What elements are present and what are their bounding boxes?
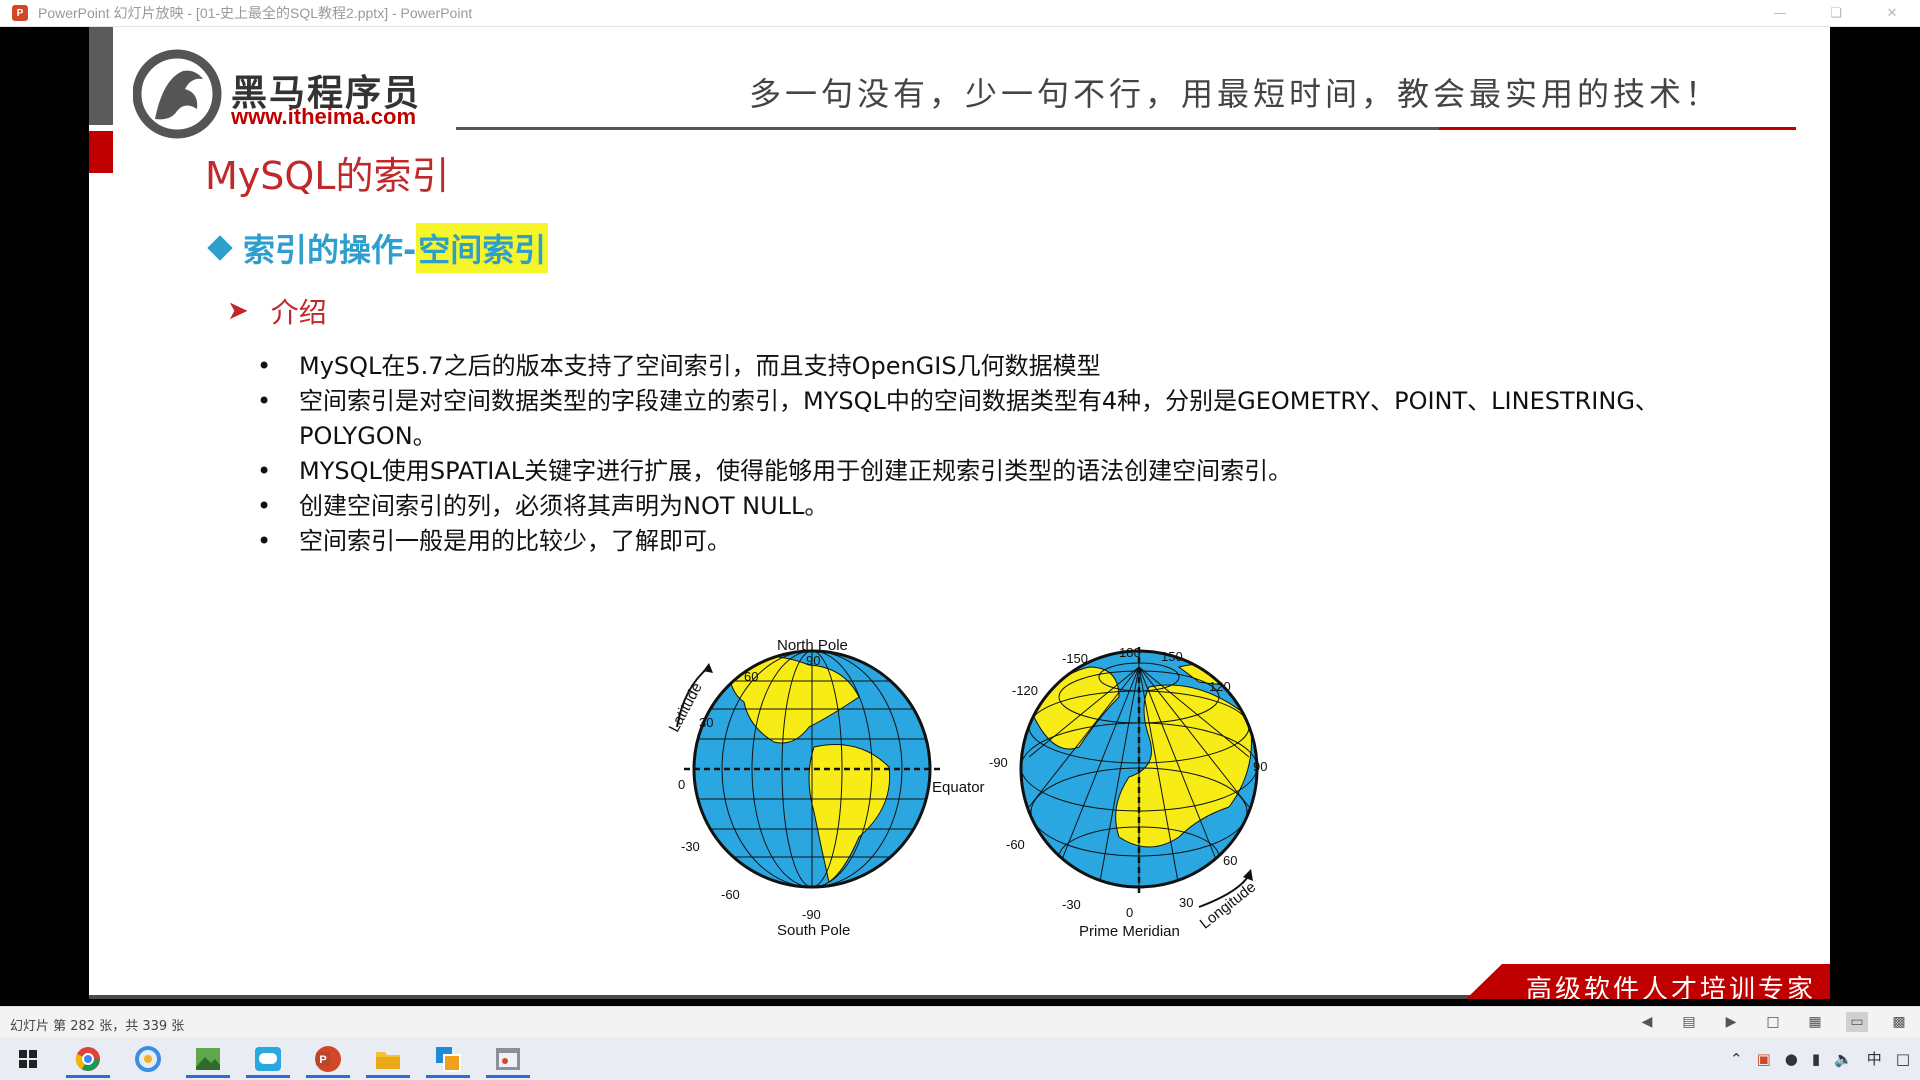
window-title: PowerPoint 幻灯片放映 - [01-史上最全的SQL教程2.pptx]… [38, 5, 473, 21]
tick-label: -30 [681, 839, 700, 854]
notification-icon[interactable]: □ [1896, 1050, 1910, 1068]
tick-label: 120 [1209, 679, 1231, 694]
window-controls: — ❏ ✕ [1752, 0, 1920, 26]
input-method-icon[interactable]: 中 [1867, 1048, 1882, 1069]
photo-app-icon[interactable] [184, 1040, 232, 1078]
powerpoint-icon[interactable]: P [304, 1040, 352, 1078]
tick-label: -120 [1012, 683, 1039, 698]
slogan: 多一句没有，少一句不行，用最短时间，教会最实用的技术！ [749, 75, 1722, 113]
powerpoint-app-icon: P [12, 5, 28, 21]
subsection-title: 介绍 [270, 296, 327, 329]
section-prefix: 索引的操作- [243, 231, 417, 269]
decor-bar-gray [89, 27, 113, 125]
tick-label: 30 [1179, 895, 1194, 910]
windows-start-icon[interactable] [4, 1040, 52, 1078]
tick-label: -90 [989, 755, 1008, 770]
slide-counter: 幻灯片 第 282 张，共 339 张 [10, 1019, 185, 1034]
south-pole-label: South Pole [777, 922, 851, 939]
latitude-globe [676, 649, 940, 889]
section-highlight: 空间索引 [416, 223, 549, 273]
view-controls: ◀ ▤ ▶ □ ▦ ▭ ▩ [1636, 1012, 1910, 1032]
remote-desktop-icon[interactable] [424, 1040, 472, 1078]
tick-label: 30 [699, 715, 714, 730]
globes-svg [676, 647, 1259, 908]
tick-label: 60 [744, 669, 759, 684]
slide-canvas[interactable]: 黑马程序员 www.itheima.com 多一句没有，少一句不行，用最短时间，… [89, 27, 1830, 999]
list-item: • MySQL在5.7之后的版本支持了空间索引，而且支持OpenGIS几何数据模型 [257, 352, 1101, 380]
list-item: • 空间索引一般是用的比较少，了解即可。 [257, 527, 731, 555]
list-item: • 空间索引是对空间数据类型的字段建立的索引，MYSQL中的空间数据类型有4种，分… [257, 387, 1659, 450]
tick-label: -150 [1062, 651, 1089, 666]
arrow-bullet-icon: ➤ [227, 296, 249, 326]
tick-label: 90 [806, 653, 821, 668]
system-tray: ⌃ ▣ ● ▮ 🔈 中 □ [1730, 1048, 1910, 1069]
taskbar-active-indicator [246, 1075, 290, 1078]
tick-label: -90 [802, 907, 821, 922]
tick-label: 60 [1223, 853, 1238, 868]
next-slide-icon[interactable]: ▶ [1720, 1012, 1742, 1032]
taskbar-active-indicator [66, 1075, 110, 1078]
taskbar-active-indicator [486, 1075, 530, 1078]
tick-label: 0 [678, 777, 686, 792]
chrome-icon[interactable] [64, 1040, 112, 1078]
tick-label: -30 [1062, 897, 1081, 912]
equator-label: Equator [932, 779, 985, 796]
close-icon[interactable]: ✕ [1864, 0, 1920, 26]
slide-menu-icon[interactable]: ▤ [1678, 1012, 1700, 1032]
battery-icon[interactable]: ▮ [1812, 1050, 1820, 1068]
diamond-bullet-icon [207, 235, 233, 261]
tick-label: 150 [1161, 649, 1183, 664]
window-title-bar: P PowerPoint 幻灯片放映 - [01-史上最全的SQL教程2.ppt… [0, 0, 1920, 27]
logo-url: www.itheima.com [231, 104, 417, 129]
normal-view-icon[interactable]: □ [1762, 1012, 1784, 1032]
section-heading: 索引的操作- 空间索引 [205, 223, 549, 273]
svg-text:P: P [319, 1054, 326, 1066]
tick-label: -60 [1006, 837, 1025, 852]
microphone-icon[interactable]: ● [1785, 1050, 1798, 1068]
slide-sorter-icon[interactable]: ▦ [1804, 1012, 1826, 1032]
status-bar: 幻灯片 第 282 张，共 339 张 ◀ ▤ ▶ □ ▦ ▭ ▩ [0, 1006, 1920, 1039]
browser-icon[interactable] [124, 1040, 172, 1078]
app-window-icon[interactable] [484, 1040, 532, 1078]
tick-label: -60 [721, 887, 740, 902]
windows-taskbar: P ⌃ ▣ ● ▮ 🔈 中 □ [0, 1038, 1920, 1080]
previous-slide-icon[interactable]: ◀ [1636, 1012, 1658, 1032]
tick-label: 180 [1119, 645, 1141, 660]
tick-label: 0 [1126, 905, 1134, 920]
security-app-icon[interactable]: ▣ [1757, 1050, 1771, 1068]
minimize-icon[interactable]: — [1752, 0, 1808, 26]
footer-badge-text: 高级软件人才培训专家 [1526, 975, 1817, 999]
messaging-app-icon[interactable] [244, 1040, 292, 1078]
subsection-heading: ➤ 介绍 [227, 291, 327, 331]
north-pole-label: North Pole [777, 637, 848, 654]
list-item: • MYSQL使用SPATIAL关键字进行扩展，使得能够用于创建正规索引类型的语法… [257, 457, 1293, 485]
globe-figure: North Pole South Pole Equator Latitude 9… [559, 607, 1319, 947]
header-divider-accent [1439, 127, 1796, 130]
slide-title: MySQL的索引 [205, 154, 450, 198]
chevron-up-icon[interactable]: ⌃ [1730, 1050, 1743, 1068]
tick-label: 90 [1253, 759, 1268, 774]
taskbar-active-indicator [186, 1075, 230, 1078]
taskbar-active-indicator [306, 1075, 350, 1078]
slideshow-icon[interactable]: ▩ [1888, 1012, 1910, 1032]
list-item: • 创建空间索引的列，必须将其声明为NOT NULL。 [257, 492, 829, 520]
prime-meridian-label: Prime Meridian [1079, 923, 1180, 940]
taskbar-active-indicator [426, 1075, 470, 1078]
bullet-list: • MySQL在5.7之后的版本支持了空间索引，而且支持OpenGIS几何数据模型… [251, 349, 1781, 559]
file-explorer-icon[interactable] [364, 1040, 412, 1078]
reading-view-icon[interactable]: ▭ [1846, 1012, 1868, 1032]
decor-bar-red [89, 131, 113, 173]
volume-icon[interactable]: 🔈 [1834, 1050, 1853, 1068]
taskbar-active-indicator [366, 1075, 410, 1078]
restore-icon[interactable]: ❏ [1808, 0, 1864, 26]
